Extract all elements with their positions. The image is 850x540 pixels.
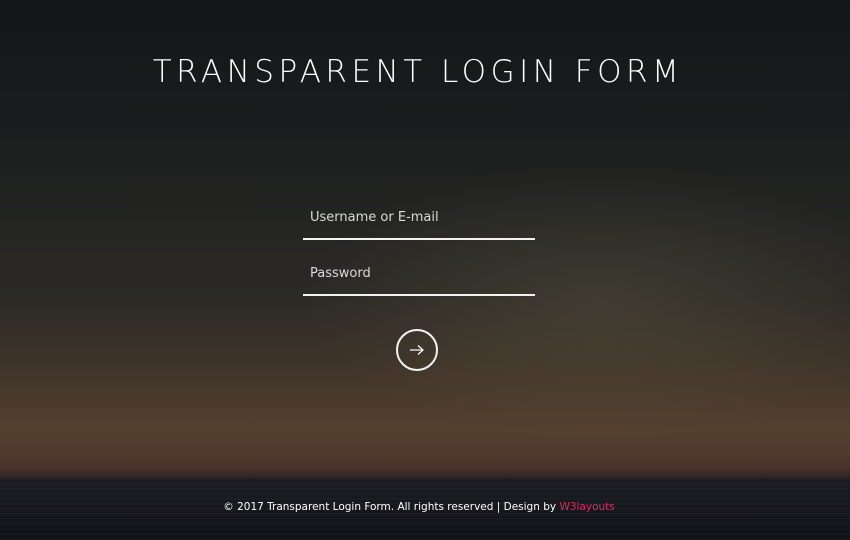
footer-link-w3layouts[interactable]: W3layouts [559, 501, 614, 513]
password-field-wrapper [303, 252, 535, 296]
username-input[interactable] [303, 196, 535, 238]
password-input[interactable] [303, 252, 535, 294]
username-field-wrapper [303, 196, 535, 240]
page-title: TRANSPARENT LOGIN FORM [152, 54, 684, 90]
login-form [303, 196, 535, 308]
footer: © 2017 Transparent Login Form. All right… [0, 501, 838, 513]
footer-copyright: © 2017 Transparent Login Form. All right… [223, 501, 560, 513]
submit-button[interactable] [396, 329, 438, 371]
horizon-glow [0, 440, 850, 480]
arrow-right-icon [410, 345, 424, 355]
